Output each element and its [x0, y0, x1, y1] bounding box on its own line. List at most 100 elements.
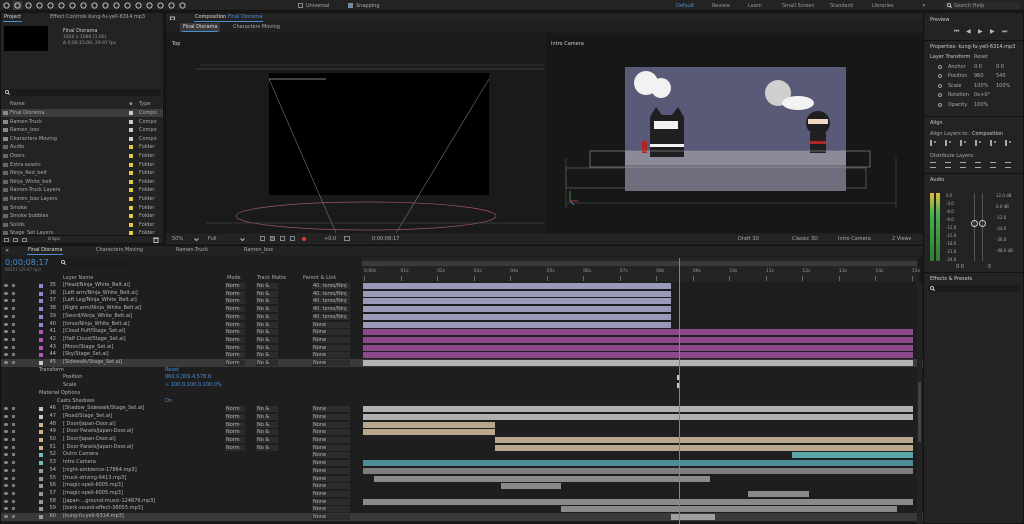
blend-mode-dropdown[interactable]: Norm — [225, 413, 245, 420]
scrollbar-thumb[interactable] — [918, 382, 921, 442]
layer-name[interactable]: Outro Camera — [63, 451, 98, 459]
scale-property[interactable]: Scale — [63, 382, 76, 390]
casts-shadows-property[interactable]: Casts Shadows — [57, 398, 95, 406]
layer-name[interactable]: [torso/Ninja_White_Belt.ai] — [63, 321, 130, 329]
eye-icon[interactable] — [4, 515, 8, 518]
parent-dropdown[interactable]: None — [312, 406, 350, 413]
audio-toggle-icon[interactable] — [12, 476, 15, 480]
layer-row[interactable]: 49 [ Door Panels/Japan-Door.ai] Norm No & No… — [1, 428, 923, 436]
align-top-icon[interactable] — [975, 140, 981, 146]
layer-row[interactable]: 44 [Sky/Stage_Set.ai] Norm No & None — [1, 351, 923, 359]
magnification-dropdown[interactable]: 50% — [172, 236, 183, 242]
eye-icon[interactable] — [4, 361, 8, 364]
distribute-hcenter-icon[interactable] — [990, 162, 996, 168]
layer-name[interactable]: [bonk-sound-effect-36055.mp3] — [63, 505, 143, 513]
layer-name[interactable]: [Sidewalk/Stage_Set.ai] — [63, 359, 122, 367]
layer-duration-bar[interactable] — [363, 429, 495, 436]
blend-mode-dropdown[interactable]: Norm — [225, 406, 245, 413]
layer-label-swatch[interactable] — [39, 445, 43, 450]
property-value[interactable]: 100% — [974, 102, 988, 108]
layer-label-swatch[interactable] — [39, 491, 43, 496]
layer-row[interactable]: 45 [Sidewalk/Stage_Set.ai] Norm No & None — [1, 359, 923, 367]
label-swatch[interactable] — [129, 222, 133, 227]
align-right-icon[interactable] — [960, 140, 966, 146]
label-swatch[interactable] — [129, 145, 133, 150]
eye-icon[interactable] — [4, 438, 8, 441]
layer-name[interactable]: [Road/Stage_Set.ai] — [63, 413, 112, 421]
layer-label-swatch[interactable] — [39, 291, 43, 296]
project-item[interactable]: Smoke Folder — [1, 204, 163, 212]
lock-icon[interactable] — [170, 15, 175, 20]
stopwatch-icon[interactable] — [938, 83, 942, 88]
transparency-grid-icon[interactable] — [270, 236, 275, 241]
parent-dropdown[interactable]: 40. torso/Ninj — [312, 313, 350, 320]
property-value[interactable]: 100% — [996, 83, 1010, 89]
layer-label-swatch[interactable] — [39, 422, 43, 427]
mode-header[interactable]: Mode — [227, 275, 241, 281]
layer-label-swatch[interactable] — [39, 476, 43, 481]
layer-name[interactable]: [Sword/Ninja_White_Belt.ai] — [63, 313, 132, 321]
eye-icon[interactable] — [4, 307, 8, 311]
parent-dropdown[interactable]: 40. torso/Ninj — [312, 283, 350, 289]
snapping-checkbox[interactable] — [348, 3, 353, 8]
layer-row[interactable]: 39 [Sword/Ninja_White_Belt.ai] Norm No & 40.… — [1, 313, 923, 321]
pan-tool-icon[interactable] — [90, 1, 99, 10]
layer-duration-bar[interactable] — [363, 352, 913, 359]
property-value[interactable]: 0x+0° — [974, 92, 990, 98]
audio-toggle-icon[interactable] — [12, 345, 15, 349]
audio-toggle-icon[interactable] — [12, 453, 15, 457]
eye-icon[interactable] — [4, 322, 8, 326]
project-search-input[interactable] — [3, 89, 161, 96]
blend-mode-dropdown[interactable]: Norm — [225, 352, 245, 359]
viewer-timecode[interactable]: 0;00;08;17 — [372, 236, 399, 242]
column-type-header[interactable]: Type — [139, 101, 150, 107]
layer-label-swatch[interactable] — [39, 499, 43, 504]
layer-name[interactable]: [ Door/Japan-Door.ai] — [63, 421, 116, 429]
timeline-tab-characters-moving[interactable]: Characters Moving — [93, 246, 146, 255]
track-matte-dropdown[interactable]: No & — [256, 421, 278, 428]
first-frame-icon[interactable]: ⏮ — [954, 28, 959, 36]
layer-row[interactable]: 47 [Road/Stage_Set.ai] Norm No & None — [1, 413, 923, 421]
label-swatch[interactable] — [129, 205, 133, 210]
track-matte-dropdown[interactable]: No & — [256, 321, 278, 328]
layer-name[interactable]: [kung-fu-yell-6314.mp3] — [63, 513, 124, 521]
puppet-tool-icon[interactable] — [178, 1, 187, 10]
track-matte-dropdown[interactable]: No & — [256, 406, 278, 413]
eye-icon[interactable] — [4, 476, 8, 480]
layer-label-swatch[interactable] — [39, 453, 43, 458]
project-item[interactable]: Ramen-Truck Layers Folder — [1, 186, 163, 194]
column-name-header[interactable]: Name — [10, 101, 25, 107]
property-value[interactable]: 100% — [974, 83, 988, 89]
eye-icon[interactable] — [4, 337, 8, 341]
parent-dropdown[interactable]: None — [312, 444, 350, 451]
track-matte-dropdown[interactable]: No & — [256, 360, 278, 366]
layer-label-swatch[interactable] — [39, 299, 43, 304]
parent-dropdown[interactable]: None — [312, 360, 350, 366]
blend-mode-dropdown[interactable]: Norm — [225, 421, 245, 428]
layer-label-swatch[interactable] — [39, 284, 43, 288]
eye-icon[interactable] — [4, 507, 8, 511]
distribute-left-icon[interactable] — [975, 162, 981, 168]
eye-icon[interactable] — [4, 299, 8, 303]
parent-dropdown[interactable]: None — [312, 514, 350, 520]
interpret-footage-icon[interactable] — [4, 238, 9, 242]
layer-row[interactable]: 38 [Right arm/Ninja_White_Belt.ai] Norm No … — [1, 305, 923, 313]
zoom-tool-icon[interactable] — [35, 1, 44, 10]
project-item[interactable]: Ramen_box Compo — [1, 126, 163, 134]
layer-row[interactable]: 59 [bonk-sound-effect-36055.mp3] None — [1, 505, 923, 513]
parent-dropdown[interactable]: 40. torso/Ninj — [312, 290, 350, 297]
parent-link-header[interactable]: Parent & Link — [303, 275, 336, 281]
viewport-top[interactable]: Top — [166, 33, 544, 233]
close-icon[interactable]: ✕ — [5, 248, 9, 254]
layer-row[interactable]: 57 [magic-spell-6005.mp3] None — [1, 490, 923, 498]
audio-toggle-icon[interactable] — [12, 284, 15, 287]
tab-project[interactable]: Project — [1, 13, 24, 22]
eye-icon[interactable] — [4, 414, 8, 418]
parent-dropdown[interactable]: None — [312, 483, 350, 490]
eraser-tool-icon[interactable] — [156, 1, 165, 10]
layer-name[interactable]: [Head/Ninja_White_Belt.ai] — [63, 282, 130, 290]
track-matte-dropdown[interactable]: No & — [256, 344, 278, 351]
rotate-tool-icon[interactable] — [68, 1, 77, 10]
eye-icon[interactable] — [4, 430, 8, 434]
layer-duration-bar[interactable] — [500, 483, 561, 490]
